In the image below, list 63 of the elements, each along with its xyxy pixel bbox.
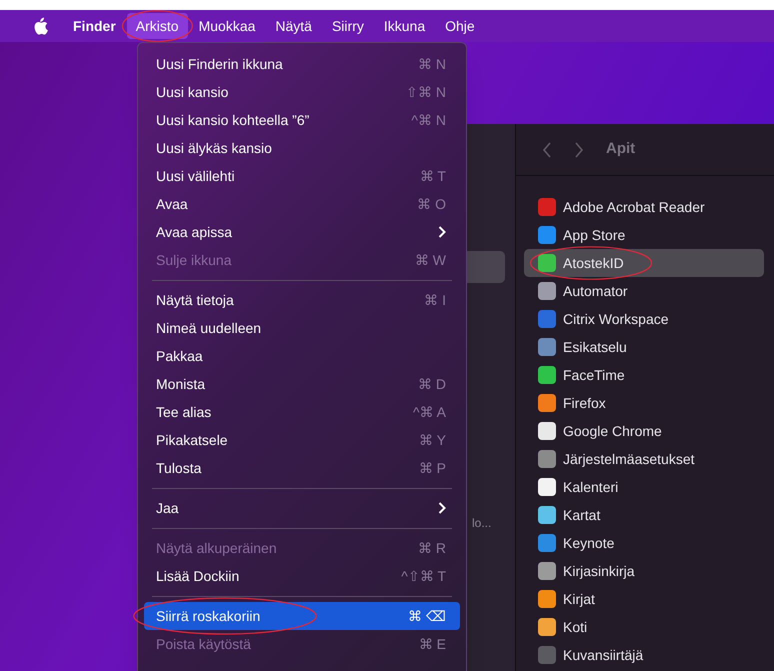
menu-item[interactable]: Uusi Finderin ikkuna ⌘ N xyxy=(144,50,460,78)
shortcut-text: ⌘ D xyxy=(418,374,446,394)
chevron-right-icon xyxy=(438,226,446,238)
app-list-item[interactable]: Firefox xyxy=(524,389,764,417)
menu-item[interactable]: Uusi kansio kohteella ”6” ^⌘ N xyxy=(144,106,460,134)
menu-bar-item[interactable]: Ikkuna xyxy=(374,13,434,39)
menu-item[interactable]: Monista ⌘ D xyxy=(144,370,460,398)
app-list-item[interactable]: Keynote xyxy=(524,529,764,557)
menu-item[interactable]: Uusi älykäs kansio xyxy=(144,134,460,162)
menu-item[interactable]: Siirrä roskakoriin ⌘ ⌫ xyxy=(144,602,460,630)
app-list-item[interactable]: Järjestelmäasetukset xyxy=(524,445,764,473)
menu-bar-item[interactable]: Arkisto xyxy=(126,13,188,39)
shortcut-text: ⌘ T xyxy=(420,166,446,186)
shortcut-text: ⌘ P xyxy=(418,458,446,478)
app-list-item[interactable]: Esikatselu xyxy=(524,333,764,361)
menu-bar-item[interactable]: Finder xyxy=(64,13,125,39)
app-list-item[interactable]: Citrix Workspace xyxy=(524,305,764,333)
app-list-item[interactable]: AtostekID xyxy=(524,249,764,277)
app-list-item[interactable]: App Store xyxy=(524,221,764,249)
menu-item[interactable]: Uusi välilehti ⌘ T xyxy=(144,162,460,190)
menu-item[interactable]: Lisää Dockiin ^⇧⌘ T xyxy=(144,562,460,590)
menu-item[interactable]: Uusi kansio ⇧⌘ N xyxy=(144,78,460,106)
shortcut-text: ⌘ R xyxy=(418,538,446,558)
menu-bar-item[interactable]: Ohje xyxy=(436,13,484,39)
forward-icon[interactable] xyxy=(574,142,584,158)
app-list-item[interactable]: Google Chrome xyxy=(524,417,764,445)
shortcut-text: ^⇧⌘ T xyxy=(401,566,446,586)
app-list-item[interactable]: Kalenteri xyxy=(524,473,764,501)
shortcut-text: ⌘ O xyxy=(417,194,446,214)
shortcut-text: ⇧⌘ N xyxy=(406,82,446,102)
app-list-item[interactable]: Kartat xyxy=(524,501,764,529)
menu-item[interactable]: Näytä tietoja ⌘ I xyxy=(144,286,460,314)
window-title: Apit xyxy=(606,139,636,160)
menu-bar-item[interactable]: Näytä xyxy=(266,13,321,39)
shortcut-text: ⌘ ⌫ xyxy=(408,606,446,626)
apple-icon[interactable] xyxy=(32,17,48,35)
app-list-item[interactable]: FaceTime xyxy=(524,361,764,389)
back-icon[interactable] xyxy=(542,142,552,158)
menu-item[interactable]: Nimeä uudelleen xyxy=(144,314,460,342)
shortcut-text: ⌘ E xyxy=(418,634,446,654)
menu-item[interactable]: Pikakatsele ⌘ Y xyxy=(144,426,460,454)
shortcut-text: ⌘ N xyxy=(418,54,446,74)
menu-bar-item[interactable]: Muokkaa xyxy=(190,13,264,39)
menu-item[interactable]: Avaa apissa xyxy=(144,218,460,246)
shortcut-text: ⌘ I xyxy=(424,290,446,310)
menu-item[interactable]: Tulosta ⌘ P xyxy=(144,454,460,482)
menu-item[interactable]: Pakkaa xyxy=(144,342,460,370)
chevron-right-icon xyxy=(438,502,446,514)
app-list-item[interactable]: Automator xyxy=(524,277,764,305)
shortcut-text: ^⌘ A xyxy=(412,402,446,422)
shortcut-text: ⌘ Y xyxy=(419,430,446,450)
shortcut-text: ⌘ W xyxy=(414,250,446,270)
app-list-item[interactable]: Adobe Acrobat Reader xyxy=(524,193,764,221)
sidebar-text: lo... xyxy=(472,515,492,532)
app-list-item[interactable]: Koti xyxy=(524,613,764,641)
app-list-item[interactable]: Kirjasinkirja xyxy=(524,557,764,585)
menu-item[interactable]: Avaa ⌘ O xyxy=(144,190,460,218)
app-list-item[interactable]: Kirjat xyxy=(524,585,764,613)
menu-item[interactable]: Tee alias ^⌘ A xyxy=(144,398,460,426)
app-list-item[interactable]: Kuvansiirtäjä xyxy=(524,641,764,669)
menu-bar-item[interactable]: Siirry xyxy=(322,13,373,39)
menu-item[interactable]: Jaa xyxy=(144,494,460,522)
shortcut-text: ^⌘ N xyxy=(411,110,446,130)
